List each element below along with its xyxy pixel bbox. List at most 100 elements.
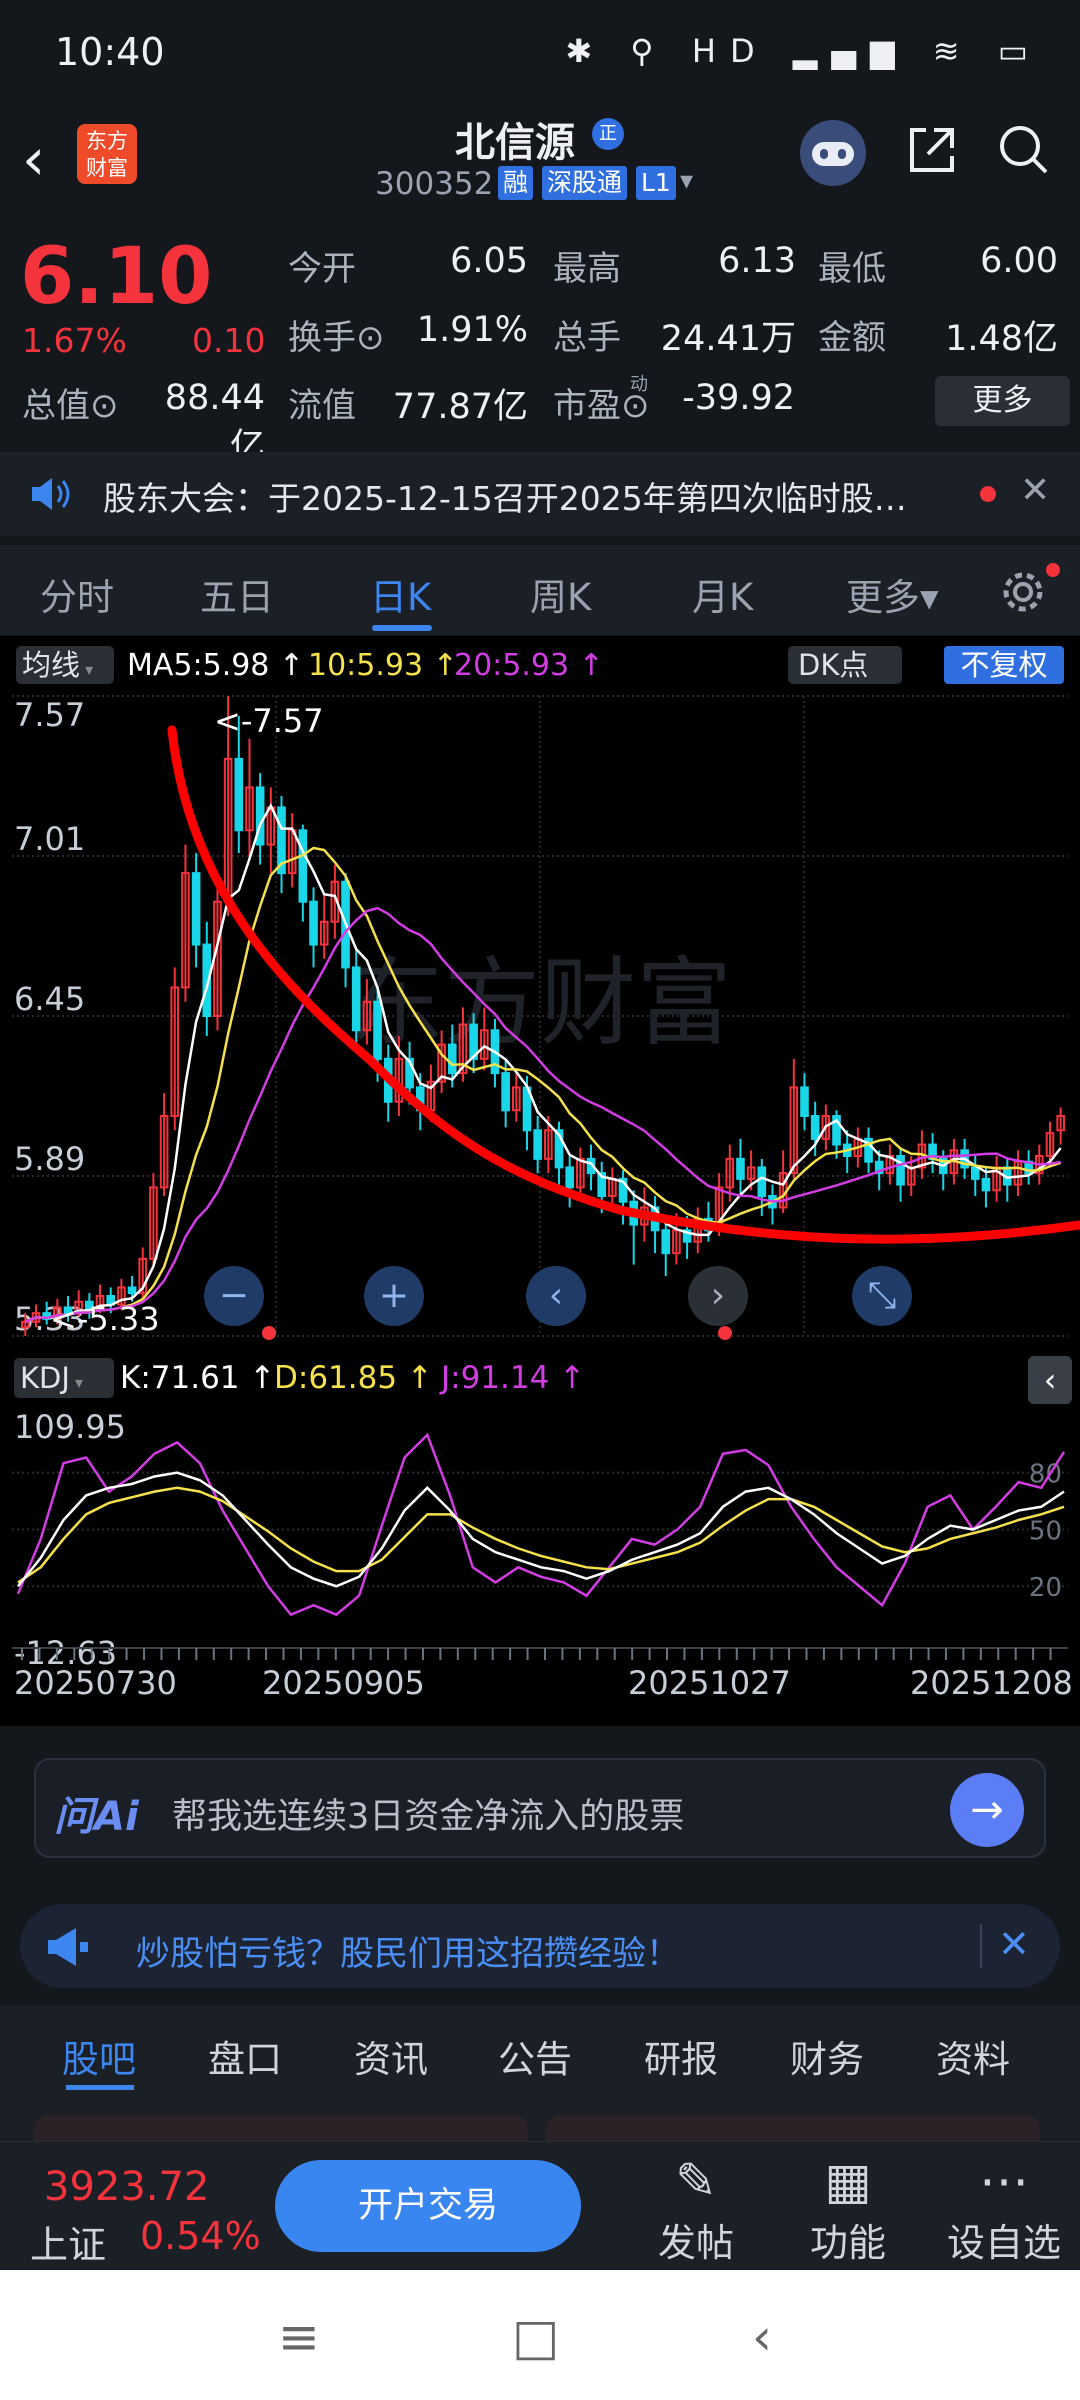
pan-dot	[718, 1326, 732, 1340]
promo-banner[interactable]: 炒股怕亏钱？股民们用这招攒经验！ ✕	[20, 1904, 1060, 1988]
high-value: 6.13	[718, 241, 796, 281]
adjust-mode-button[interactable]: 不复权	[944, 646, 1064, 684]
pan-right-button[interactable]: ›	[688, 1266, 748, 1326]
low-label: 最低	[818, 249, 886, 289]
open-account-trade-button[interactable]: 开户交易	[275, 2160, 581, 2252]
more-dots-icon: ⋯	[979, 2152, 1029, 2210]
close-promo-button[interactable]: ✕	[998, 1922, 1030, 1966]
home-icon[interactable]: □	[512, 2308, 559, 2366]
ai-prompt[interactable]: 帮我选连续3日资金净流入的股票	[172, 1788, 684, 1839]
status-time: 10:40	[55, 30, 165, 74]
tab-weekly-k[interactable]: 周K	[530, 567, 591, 621]
candle-body	[800, 1086, 809, 1117]
tab-announcements[interactable]: 公告	[498, 2029, 572, 2083]
tab-finance[interactable]: 财务	[790, 2029, 864, 2083]
settings-dot	[1046, 563, 1060, 577]
speaker-icon	[28, 472, 72, 520]
candle-body	[970, 1166, 980, 1180]
announcement-bar[interactable]: 股东大会：于2025-12-15召开2025年第四次临时股… ✕	[0, 452, 1080, 536]
recent-apps-icon[interactable]: ≡	[278, 2308, 320, 2366]
megaphone-icon	[46, 1926, 92, 1972]
candle-body	[191, 872, 201, 946]
price-tick-label: 7.57	[14, 696, 85, 734]
min-price-label: <-5.33	[50, 1300, 160, 1338]
stock-code: 300352	[375, 166, 494, 202]
announcement-text[interactable]: 股东大会：于2025-12-15召开2025年第四次临时股…	[103, 472, 907, 520]
market-cap-label[interactable]: 总值⊙	[22, 378, 119, 427]
ma-selector-label: 均线	[22, 648, 81, 682]
date-tick-label: 20251208	[910, 1664, 1073, 1702]
ai-question-bar[interactable]: 问Ai 帮我选连续3日资金净流入的股票 →	[34, 1758, 1046, 1858]
low-value: 6.00	[980, 241, 1058, 281]
back-nav-icon[interactable]: ‹	[752, 2308, 772, 2366]
tab-daily-k[interactable]: 日K	[370, 567, 431, 621]
watermark: 东方财富	[348, 947, 732, 1059]
ai-send-button[interactable]: →	[950, 1773, 1024, 1847]
tab-profile[interactable]: 资料	[936, 2029, 1010, 2083]
search-icon[interactable]	[996, 122, 1052, 191]
functions-button[interactable]: ▦ 功能	[788, 2150, 908, 2267]
indicator-selector[interactable]: KDJ ▾	[14, 1358, 114, 1398]
tab-more[interactable]: 更多▾	[846, 567, 939, 621]
functions-label: 功能	[809, 2221, 886, 2265]
tab-news[interactable]: 资讯	[354, 2029, 428, 2083]
turnover-label[interactable]: 换手⊙	[288, 310, 385, 359]
candle-body	[234, 757, 244, 832]
stock-name[interactable]: 北信源	[455, 110, 575, 168]
more-quote-button[interactable]: 更多	[935, 376, 1070, 426]
dk-point-button[interactable]: DK点	[788, 646, 902, 684]
candle-body	[810, 1115, 820, 1140]
post-button[interactable]: ✎ 发帖	[636, 2150, 756, 2267]
kline-svg[interactable]: 7.577.016.455.895.33东方财富805020109.95-12.…	[0, 636, 1080, 1726]
index-name[interactable]: 上证	[30, 2214, 106, 2269]
tag-margin: 融	[498, 166, 534, 200]
tab-pankou[interactable]: 盘口	[208, 2029, 282, 2083]
tab-five-day[interactable]: 五日	[200, 567, 274, 621]
settings-gear-icon[interactable]	[998, 567, 1048, 621]
candle-body	[447, 1043, 457, 1075]
amount-value: 1.48亿	[945, 319, 1058, 359]
kdj-right-tick: 20	[1029, 1573, 1062, 1603]
tab-research[interactable]: 研报	[644, 2029, 718, 2083]
max-price-label: <-7.57	[214, 702, 324, 740]
index-change: 0.54%	[140, 2214, 261, 2258]
promo-text[interactable]: 炒股怕亏钱？股民们用这招攒经验！	[136, 1926, 680, 1975]
status-icons: ✱ ⚲ HD ▂▄▆ ≋ ▭	[565, 32, 1042, 70]
back-button[interactable]: ‹	[22, 130, 45, 188]
candle-body	[351, 966, 361, 1032]
tab-intraday[interactable]: 分时	[40, 567, 114, 621]
add-watchlist-button[interactable]: ⋯ 设自选	[944, 2150, 1064, 2267]
zoom-out-button[interactable]: −	[204, 1266, 264, 1326]
pan-left-button[interactable]: ‹	[526, 1266, 586, 1326]
share-icon[interactable]	[904, 122, 960, 191]
post-label: 发帖	[657, 2221, 734, 2265]
edit-icon: ✎	[675, 2152, 717, 2210]
kline-chart-area[interactable]: 7.577.016.455.895.33东方财富805020109.95-12.…	[0, 636, 1080, 1726]
pe-value: -39.92	[682, 378, 795, 418]
promo-divider	[980, 1924, 982, 1968]
candle-body	[736, 1157, 745, 1180]
change-percent: 1.67%	[22, 321, 127, 360]
zoom-in-button[interactable]: +	[364, 1266, 424, 1326]
amount-label: 金额	[818, 318, 886, 358]
candle-body	[565, 1166, 574, 1189]
status-bar: 10:40 ✱ ⚲ HD ▂▄▆ ≋ ▭	[0, 0, 1080, 100]
assistant-robot-icon[interactable]	[800, 120, 866, 186]
tab-guba[interactable]: 股吧	[62, 2029, 136, 2083]
candle-body	[981, 1177, 991, 1192]
change-amount: 0.10	[192, 321, 266, 360]
date-tick-label: 20250730	[14, 1664, 177, 1702]
tag-chevron-icon[interactable]: ▾	[680, 166, 693, 196]
kdj-right-tick: 50	[1029, 1516, 1062, 1546]
candle-body	[501, 1072, 510, 1112]
tag-level1[interactable]: L1	[636, 166, 676, 200]
ma10-legend: 10:5.93 ↑	[308, 648, 458, 683]
fullscreen-button[interactable]: ⤡	[852, 1266, 912, 1326]
float-cap-value: 77.87亿	[392, 387, 528, 427]
tab-monthly-k[interactable]: 月K	[692, 567, 753, 621]
close-announcement-button[interactable]: ✕	[1020, 470, 1050, 511]
index-value[interactable]: 3923.72	[44, 2164, 209, 2210]
collapse-panel-button[interactable]: ‹	[1028, 1356, 1072, 1404]
ma-selector[interactable]: 均线 ▾	[16, 646, 114, 684]
candle-body	[298, 829, 308, 903]
